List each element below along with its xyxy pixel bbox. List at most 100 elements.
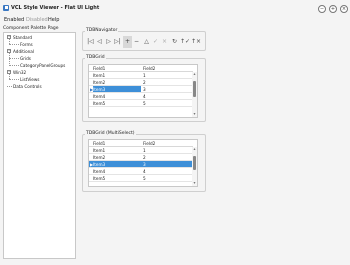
db-navigator: |◁ ◁ ▷ ▷| + − △ ✓ × ↻ ↑✓ ↑× bbox=[86, 36, 203, 48]
navigator-title: TDBNavigator bbox=[85, 28, 119, 33]
maximize-icon: + bbox=[330, 6, 336, 12]
table-row[interactable]: Item1 1 bbox=[89, 72, 193, 79]
grid1-scrollbar[interactable]: ▴ ▾ bbox=[192, 72, 197, 117]
grid1-cell: Item5 bbox=[93, 101, 106, 106]
minimize-icon: − bbox=[319, 6, 325, 12]
nav-apply-updates-button[interactable]: ↑✓ bbox=[180, 36, 191, 48]
palette-tree[interactable]: − Standard Forms − Additional Grids Cate… bbox=[3, 32, 76, 259]
nav-post-button[interactable]: ✓ bbox=[151, 36, 160, 48]
scroll-down-icon[interactable]: ▾ bbox=[192, 112, 197, 116]
tree-item-data-controls[interactable]: Data Controls bbox=[13, 84, 42, 89]
grid1-cell: Item4 bbox=[93, 94, 106, 99]
grid1-cell: 4 bbox=[143, 94, 146, 99]
table-row[interactable]: Item3 ▶ 3 bbox=[89, 86, 193, 93]
insert-icon: + bbox=[124, 38, 131, 45]
grid1-col-field1[interactable]: Field1 bbox=[93, 66, 105, 71]
scroll-thumb[interactable] bbox=[193, 156, 196, 170]
palette-label: Component Palette Page bbox=[3, 26, 59, 31]
scroll-up-icon[interactable]: ▴ bbox=[192, 72, 197, 76]
table-row[interactable]: Item4 4 bbox=[89, 168, 193, 175]
table-row[interactable]: Item1 1 bbox=[89, 147, 193, 154]
last-icon: ▷| bbox=[114, 38, 121, 45]
table-row[interactable]: Item2 2 bbox=[89, 154, 193, 161]
tree-connector bbox=[9, 79, 19, 80]
grid2-col-field1[interactable]: Field1 bbox=[93, 141, 105, 146]
tree-connector bbox=[7, 86, 12, 87]
table-row[interactable]: Item4 4 bbox=[89, 93, 193, 100]
close-icon: × bbox=[341, 6, 347, 12]
grid1-cell: Item2 bbox=[93, 80, 106, 85]
grid2-col-field2[interactable]: Field2 bbox=[143, 141, 155, 146]
grid1-cell: 5 bbox=[143, 101, 146, 106]
grid1-cell: 3 bbox=[143, 87, 146, 92]
grid1[interactable]: Field1 Field2 Item1 1 Item2 2 Item3 ▶ 3 … bbox=[88, 64, 198, 118]
tree-item-win32[interactable]: Win32 bbox=[13, 70, 26, 75]
tree-item-standard[interactable]: Standard bbox=[13, 35, 32, 40]
nav-cancel-updates-button[interactable]: ↑× bbox=[191, 36, 202, 48]
grid1-cell: 1 bbox=[143, 73, 146, 78]
tree-item-forms[interactable]: Forms bbox=[20, 42, 33, 47]
grid1-header: Field1 Field2 bbox=[89, 65, 193, 72]
grid2-title: TDBGrid (MultiSelect) bbox=[85, 131, 136, 136]
grid2-cell: Item4 bbox=[93, 169, 106, 174]
window-title: VCL Style Viewer - Flat UI Light bbox=[11, 5, 100, 11]
prior-icon: ◁ bbox=[97, 38, 102, 45]
grid2-scrollbar[interactable]: ▴ ▾ bbox=[192, 147, 197, 186]
grid2[interactable]: Field1 Field2 Item1 1 Item2 2 ▶ Item3 3 … bbox=[88, 139, 198, 187]
selected-cell[interactable]: Item3 bbox=[93, 86, 141, 93]
nav-prior-button[interactable]: ◁ bbox=[95, 36, 104, 48]
menu-disabled[interactable]: Disabled bbox=[26, 17, 48, 23]
post-icon: ✓ bbox=[152, 38, 159, 45]
apply-updates-icon: ↑✓ bbox=[180, 38, 191, 45]
table-row[interactable]: Item5 5 bbox=[89, 175, 193, 182]
grid2-header: Field1 Field2 bbox=[89, 140, 193, 147]
cancel-icon: × bbox=[161, 38, 168, 45]
grid2-cell: 5 bbox=[143, 176, 146, 181]
tree-item-grids[interactable]: Grids bbox=[20, 56, 31, 61]
menu-enabled[interactable]: Enabled bbox=[4, 17, 24, 23]
nav-edit-button[interactable]: △ bbox=[142, 36, 151, 48]
menu-help[interactable]: Help bbox=[48, 17, 59, 23]
table-row[interactable]: ▶ Item3 3 bbox=[89, 161, 193, 168]
title-bar: VCL Style Viewer - Flat UI Light − + × bbox=[0, 0, 350, 17]
minimize-button[interactable]: − bbox=[318, 5, 326, 13]
nav-cancel-button[interactable]: × bbox=[160, 36, 169, 48]
tree-item-listviews[interactable]: ListViews bbox=[20, 77, 39, 82]
grid2-cell: Item3 bbox=[93, 162, 106, 167]
tree-item-additional[interactable]: Additional bbox=[13, 49, 34, 54]
cancel-updates-icon: ↑× bbox=[191, 38, 202, 45]
grid1-cell: Item3 bbox=[93, 87, 106, 92]
delete-icon: − bbox=[133, 38, 140, 45]
nav-insert-button[interactable]: + bbox=[123, 36, 132, 48]
scroll-down-icon[interactable]: ▾ bbox=[192, 181, 197, 185]
scroll-thumb[interactable] bbox=[193, 81, 196, 97]
grid2-cell: 3 bbox=[143, 162, 146, 167]
row-indicator-icon: ▶ bbox=[90, 87, 94, 92]
table-row[interactable]: Item2 2 bbox=[89, 79, 193, 86]
grid2-cell: Item5 bbox=[93, 176, 106, 181]
scroll-up-icon[interactable]: ▴ bbox=[192, 147, 197, 151]
tree-connector bbox=[9, 65, 19, 66]
close-button[interactable]: × bbox=[340, 5, 348, 13]
nav-last-button[interactable]: ▷| bbox=[113, 36, 122, 48]
grid1-cell: 2 bbox=[143, 80, 146, 85]
grid1-cell: Item1 bbox=[93, 73, 106, 78]
first-icon: |◁ bbox=[87, 38, 94, 45]
tree-connector bbox=[9, 44, 19, 45]
grid1-col-field2[interactable]: Field2 bbox=[143, 66, 155, 71]
edit-icon: △ bbox=[144, 38, 149, 45]
nav-first-button[interactable]: |◁ bbox=[86, 36, 95, 48]
tree-item-categorypanelgroups[interactable]: CategoryPanelGroups bbox=[20, 63, 65, 68]
grid2-cell: 4 bbox=[143, 169, 146, 174]
refresh-icon: ↻ bbox=[171, 38, 178, 45]
grid2-cell: 2 bbox=[143, 155, 146, 160]
table-row[interactable]: Item5 5 bbox=[89, 100, 193, 107]
grid2-cell: Item2 bbox=[93, 155, 106, 160]
nav-delete-button[interactable]: − bbox=[132, 36, 141, 48]
app-icon bbox=[3, 5, 9, 11]
menu-bar: Enabled Disabled Help bbox=[0, 17, 350, 24]
nav-refresh-button[interactable]: ↻ bbox=[170, 36, 179, 48]
nav-next-button[interactable]: ▷ bbox=[104, 36, 113, 48]
grid2-cell: 1 bbox=[143, 148, 146, 153]
maximize-button[interactable]: + bbox=[329, 5, 337, 13]
